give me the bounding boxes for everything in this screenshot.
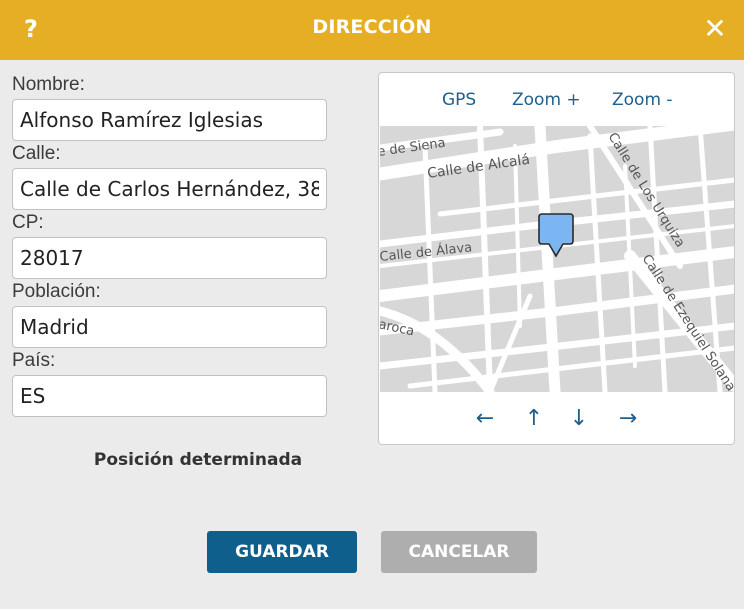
pan-right-button[interactable]: → xyxy=(613,406,643,431)
close-button[interactable]: ✕ xyxy=(698,12,732,46)
gps-button[interactable]: GPS xyxy=(442,90,476,110)
zoom-out-button[interactable]: Zoom - xyxy=(612,90,673,110)
pan-up-button[interactable]: ↑ xyxy=(519,406,549,431)
pais-field[interactable] xyxy=(12,375,327,417)
pan-left-button[interactable]: ← xyxy=(470,406,500,431)
pais-label: País: xyxy=(12,350,56,371)
zoom-in-button[interactable]: Zoom + xyxy=(512,90,581,110)
pan-down-button[interactable]: ↓ xyxy=(564,406,594,431)
save-button[interactable]: GUARDAR xyxy=(207,531,357,573)
nombre-label: Nombre: xyxy=(12,74,85,95)
dialog-title: DIRECCIÓN xyxy=(312,16,432,38)
dialog-header: ? DIRECCIÓN ✕ xyxy=(0,0,744,60)
nombre-field[interactable] xyxy=(12,99,327,141)
calle-field[interactable] xyxy=(12,168,327,210)
map-panel: GPS Zoom + Zoom - e de Siena Calle de Al… xyxy=(378,72,735,445)
help-button[interactable]: ? xyxy=(14,12,48,46)
cp-label: CP: xyxy=(12,212,44,233)
position-status: Posición determinada xyxy=(93,450,303,470)
map-view[interactable]: e de Siena Calle de Alcalá Calle de Álav… xyxy=(380,126,735,392)
calle-label: Calle: xyxy=(12,143,61,164)
poblacion-label: Población: xyxy=(12,281,101,302)
cp-field[interactable] xyxy=(12,237,327,279)
cancel-button[interactable]: CANCELAR xyxy=(381,531,537,573)
poblacion-field[interactable] xyxy=(12,306,327,348)
